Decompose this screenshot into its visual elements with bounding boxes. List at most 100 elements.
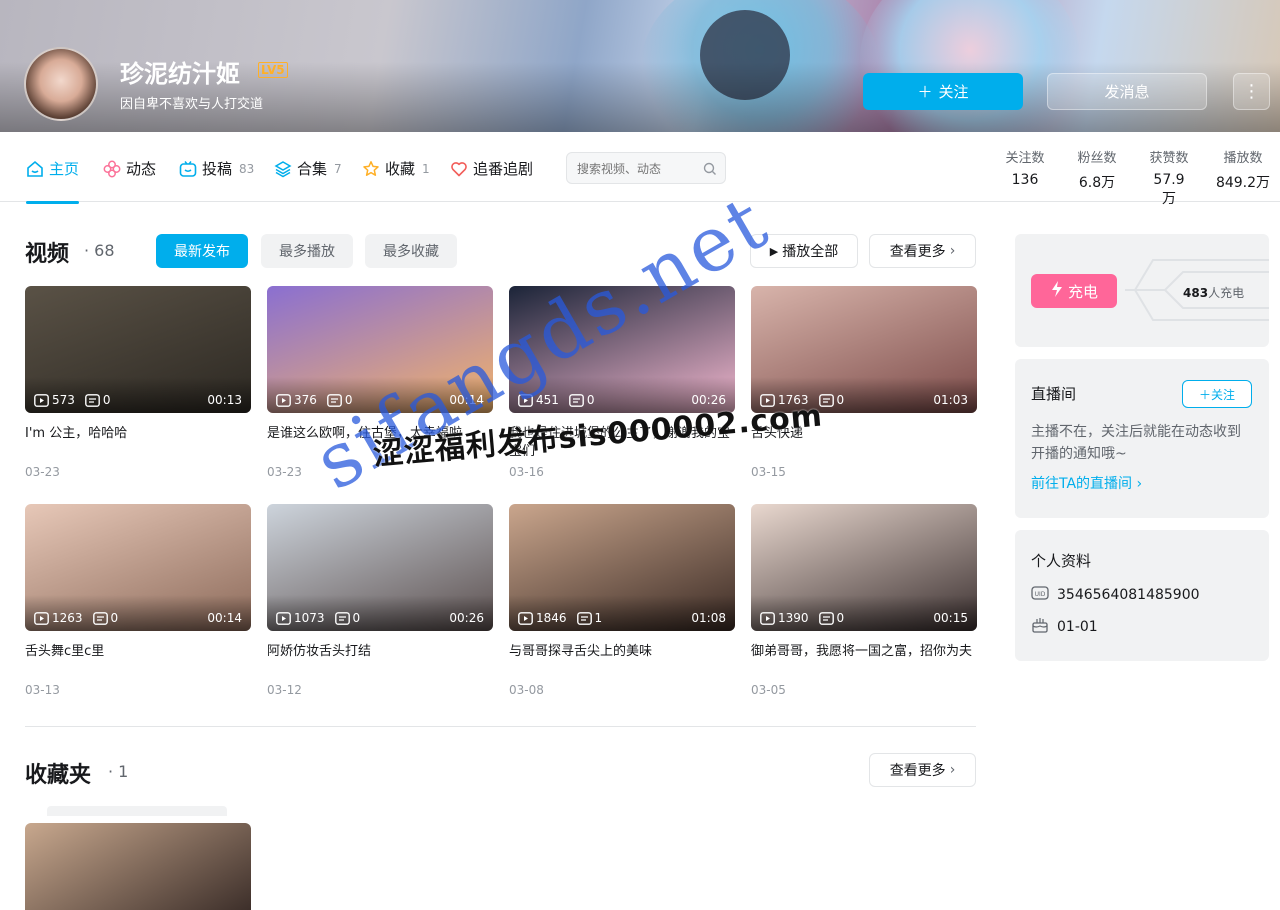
danmaku-count-value: 0 xyxy=(102,393,111,407)
video-duration: 01:03 xyxy=(933,393,968,407)
video-card[interactable]: 1390 0 00:15 御弟哥哥，我愿将一国之富，招你为夫 03-05 xyxy=(751,504,977,697)
danmaku-count: 0 xyxy=(569,393,595,407)
filter-most-played[interactable]: 最多播放 xyxy=(261,234,353,268)
stat-label: 关注数 xyxy=(1005,151,1045,166)
tab-home[interactable]: 主页 xyxy=(26,158,80,204)
play-count-icon xyxy=(276,393,291,407)
see-more-videos-button[interactable]: 查看更多 › xyxy=(869,234,976,268)
section-divider xyxy=(25,726,976,727)
video-date: 03-15 xyxy=(751,465,786,479)
stat-plays: 播放数 849.2万 xyxy=(1214,147,1272,192)
chevron-right-icon: › xyxy=(949,243,956,259)
video-thumbnail[interactable]: 1073 0 00:26 xyxy=(267,504,493,631)
play-count: 1263 xyxy=(34,611,83,625)
svg-text:UID: UID xyxy=(1035,591,1046,598)
play-count-value: 573 xyxy=(52,393,75,407)
live-follow-button[interactable]: ＋关注 xyxy=(1182,380,1252,408)
video-duration: 00:13 xyxy=(207,393,242,407)
tab-count: 1 xyxy=(422,161,430,176)
play-count-icon xyxy=(518,611,533,625)
more-options-button[interactable]: ⋮ xyxy=(1233,73,1270,110)
danmaku-count: 0 xyxy=(818,611,844,625)
star-icon xyxy=(362,160,380,178)
charge-count-suffix: 人充电 xyxy=(1208,286,1245,300)
go-live-room-link[interactable]: 前往TA的直播间 › xyxy=(1031,473,1142,493)
video-title[interactable]: 与哥哥探寻舌尖上的美味 xyxy=(509,643,735,679)
tab-count: 7 xyxy=(334,161,342,176)
stat-label: 粉丝数 xyxy=(1077,151,1117,166)
stat-value: 849.2万 xyxy=(1215,175,1271,191)
charge-button[interactable]: 充电 xyxy=(1031,274,1117,308)
stat-value: 6.8万 xyxy=(1078,175,1116,191)
video-title[interactable]: 舌头舞c里c里 xyxy=(25,643,251,679)
chevron-right-icon: › xyxy=(949,762,956,778)
tab-label: 合集 xyxy=(297,160,328,178)
stat-following[interactable]: 关注数 136 xyxy=(1004,147,1046,188)
video-card[interactable]: 1263 0 00:14 舌头舞c里c里 03-13 xyxy=(25,504,251,697)
tab-collections[interactable]: 合集 7 xyxy=(274,158,342,179)
videos-section-title: 视频 xyxy=(25,242,70,267)
play-count: 1073 xyxy=(276,611,325,625)
charge-label: 充电 xyxy=(1067,282,1098,301)
search-input[interactable] xyxy=(577,159,697,179)
danmaku-count: 0 xyxy=(818,393,845,407)
play-count-value: 1846 xyxy=(536,611,567,625)
tab-bangumi[interactable]: 追番追剧 xyxy=(450,158,533,179)
uid-row: UID 3546564081485900 xyxy=(1031,586,1200,604)
video-stats: 573 0 00:13 xyxy=(34,393,242,407)
tab-uploads[interactable]: 投稿 83 xyxy=(179,158,254,179)
video-card[interactable]: 1073 0 00:26 阿娇仿妆舌头打结 03-12 xyxy=(267,504,493,697)
birthday-row: 01-01 xyxy=(1031,617,1098,637)
follow-button[interactable]: ＋ 关注 xyxy=(863,73,1023,110)
space-search[interactable] xyxy=(566,152,726,184)
play-count-value: 1390 xyxy=(778,611,809,625)
video-title[interactable]: 阿娇仿妆舌头打结 xyxy=(267,643,493,679)
avatar[interactable] xyxy=(24,47,98,121)
video-date: 03-08 xyxy=(509,683,544,697)
birthday-value: 01-01 xyxy=(1057,619,1098,635)
play-count-value: 1263 xyxy=(52,611,83,625)
video-card[interactable]: 1763 0 01:03 舌头快递 03-15 xyxy=(751,286,977,479)
danmaku-icon xyxy=(334,611,350,625)
play-count: 1390 xyxy=(760,611,809,625)
stat-value: 57.9万 xyxy=(1153,172,1185,207)
video-thumbnail[interactable]: 1390 0 00:15 xyxy=(751,504,977,631)
danmaku-icon xyxy=(327,393,342,407)
danmaku-count: 1 xyxy=(576,611,603,625)
video-duration: 00:26 xyxy=(449,611,484,625)
video-card[interactable]: 573 0 00:13 I'm 公主，哈哈哈 03-23 xyxy=(25,286,251,479)
danmaku-count-value: 0 xyxy=(352,611,361,625)
danmaku-count-value: 1 xyxy=(594,611,603,625)
danmaku-count-value: 0 xyxy=(836,393,845,407)
search-icon[interactable] xyxy=(703,161,717,180)
favorite-folder-cover[interactable] xyxy=(25,823,251,910)
danmaku-count-value: 0 xyxy=(110,611,119,625)
video-thumbnail[interactable]: 1263 0 00:14 xyxy=(25,504,251,631)
video-title[interactable]: I'm 公主，哈哈哈 xyxy=(25,425,251,461)
play-count-icon xyxy=(34,611,49,625)
live-room-panel: 直播间 ＋关注 主播不在，关注后就能在动态收到开播的通知哦~ 前往TA的直播间 … xyxy=(1015,359,1269,518)
filter-most-favorited[interactable]: 最多收藏 xyxy=(365,234,457,268)
tab-favorites[interactable]: 收藏 1 xyxy=(362,158,430,179)
video-date: 03-05 xyxy=(751,683,786,697)
videos-section-count: · 68 xyxy=(84,241,115,260)
play-count-icon xyxy=(34,393,49,407)
message-button[interactable]: 发消息 xyxy=(1047,73,1207,110)
video-card[interactable]: 1846 1 01:08 与哥哥探寻舌尖上的美味 03-08 xyxy=(509,504,735,697)
stat-followers[interactable]: 粉丝数 6.8万 xyxy=(1076,147,1118,192)
video-thumbnail[interactable]: 573 0 00:13 xyxy=(25,286,251,413)
video-stats: 1073 0 00:26 xyxy=(276,611,484,625)
video-title[interactable]: 御弟哥哥，我愿将一国之富，招你为夫 xyxy=(751,643,977,679)
play-count-value: 451 xyxy=(536,393,559,407)
tab-count: 83 xyxy=(239,161,255,176)
video-thumbnail[interactable]: 1846 1 01:08 xyxy=(509,504,735,631)
tab-dynamic[interactable]: 动态 xyxy=(103,158,156,179)
play-count-icon xyxy=(276,611,291,625)
danmaku-icon xyxy=(85,393,100,407)
see-more-favorites-button[interactable]: 查看更多 › xyxy=(869,753,976,787)
filter-latest[interactable]: 最新发布 xyxy=(156,234,248,268)
username: 珍泥纺汁姬 xyxy=(120,60,240,88)
stat-label: 播放数 xyxy=(1223,151,1263,166)
play-count: 573 xyxy=(34,393,75,407)
layers-icon xyxy=(274,160,292,178)
